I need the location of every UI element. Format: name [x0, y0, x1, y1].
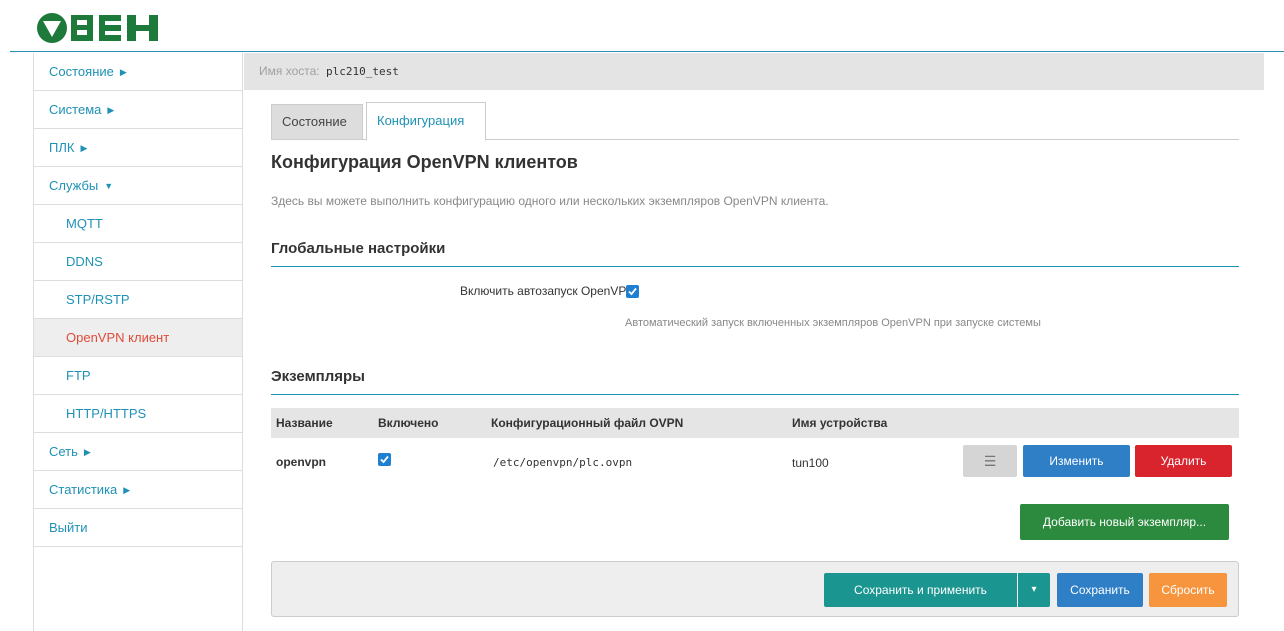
autostart-checkbox[interactable] [626, 285, 639, 298]
instance-device: tun100 [792, 456, 829, 470]
action-footer: Сохранить и применить ▾ Сохранить Сброси… [271, 561, 1239, 617]
sidebar-item-system[interactable]: Система ▶ [34, 91, 242, 129]
owen-logo [37, 13, 158, 43]
sidebar-item-statistics[interactable]: Статистика ▶ [34, 471, 242, 509]
tab-status[interactable]: Состояние [271, 104, 363, 140]
instance-name: openvpn [276, 455, 326, 469]
sidebar-item-stp-rstp[interactable]: STP/RSTP [34, 281, 242, 319]
caret-right-icon: ▶ [123, 485, 131, 495]
column-header-device: Имя устройства [792, 416, 888, 430]
sidebar-item-openvpn-client[interactable]: OpenVPN клиент [34, 319, 242, 357]
sidebar-item-mqtt[interactable]: MQTT [34, 205, 242, 243]
sidebar-item-ddns[interactable]: DDNS [34, 243, 242, 281]
caret-right-icon: ▶ [83, 447, 91, 457]
check-icon [628, 287, 637, 296]
global-settings-title: Глобальные настройки [271, 240, 446, 257]
column-header-name: Название [276, 416, 333, 430]
hostname-value: plc210_test [325, 65, 399, 78]
save-apply-button[interactable]: Сохранить и применить [824, 573, 1017, 607]
save-button[interactable]: Сохранить [1057, 573, 1143, 607]
tab-bar: Состояние Конфигурация [271, 102, 1239, 141]
instance-enabled-checkbox[interactable] [378, 453, 391, 466]
page-title: Конфигурация OpenVPN клиентов [271, 152, 578, 172]
edit-button[interactable]: Изменить [1023, 445, 1130, 477]
sidebar-item-status[interactable]: Состояние ▶ [34, 53, 242, 91]
save-apply-dropdown-button[interactable]: ▾ [1018, 573, 1050, 607]
table-header: Название Включено Конфигурационный файл … [271, 408, 1239, 438]
caret-right-icon: ▶ [80, 143, 88, 153]
autostart-help: Автоматический запуск включенных экземпл… [625, 317, 1041, 329]
sidebar-item-services[interactable]: Службы ▼ [34, 167, 242, 205]
caret-right-icon: ▶ [107, 105, 115, 115]
page-description: Здесь вы можете выполнить конфигурацию о… [271, 194, 829, 208]
instances-title: Экземпляры [271, 368, 365, 385]
main-content: Состояние Конфигурация Конфигурация Open… [271, 90, 1241, 631]
autostart-label: Включить автозапуск OpenVPN [459, 284, 635, 298]
hostname-bar: Имя хоста: plc210_test [244, 53, 1264, 90]
sidebar-item-network[interactable]: Сеть ▶ [34, 433, 242, 471]
drag-menu-button[interactable]: ☰ [963, 445, 1017, 477]
column-header-enabled: Включено [378, 416, 439, 430]
header [0, 0, 1284, 52]
header-divider [10, 51, 1284, 52]
tab-configuration[interactable]: Конфигурация [366, 102, 486, 141]
sidebar: Состояние ▶ Система ▶ ПЛК ▶ Службы ▼ MQTT DD… [33, 53, 243, 631]
caret-down-icon: ▼ [104, 181, 114, 191]
sidebar-item-http-https[interactable]: HTTP/HTTPS [34, 395, 242, 433]
add-instance-button[interactable]: Добавить новый экземпляр... [1020, 504, 1229, 540]
delete-button[interactable]: Удалить [1135, 445, 1232, 477]
section-divider [271, 266, 1239, 267]
sidebar-item-plc[interactable]: ПЛК ▶ [34, 129, 242, 167]
sidebar-item-ftp[interactable]: FTP [34, 357, 242, 395]
column-header-config-file: Конфигурационный файл OVPN [491, 416, 684, 430]
sidebar-item-logout[interactable]: Выйти [34, 509, 242, 547]
hostname-label: Имя хоста: [259, 64, 320, 78]
check-icon [380, 455, 389, 464]
caret-right-icon: ▶ [119, 67, 127, 77]
reset-button[interactable]: Сбросить [1149, 573, 1227, 607]
instance-config-file: /etc/openvpn/plc.ovpn [493, 456, 633, 469]
section-divider [271, 394, 1239, 395]
